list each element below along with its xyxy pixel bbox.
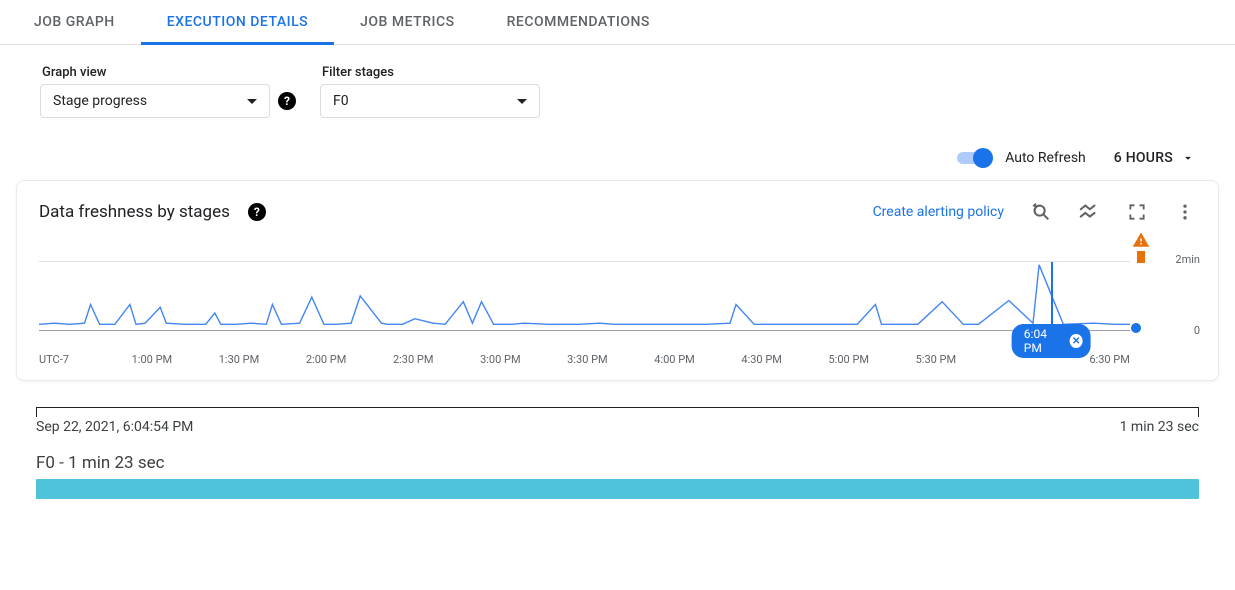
filter-stages-select[interactable]: F0 [320, 84, 540, 118]
chart-title: Data freshness by stages [39, 202, 230, 222]
x-timezone: UTC-7 [39, 353, 85, 366]
create-alert-link[interactable]: Create alerting policy [873, 204, 1004, 220]
auto-refresh-label: Auto Refresh [1005, 150, 1086, 166]
toolbar-row: Auto Refresh 6 HOURS [0, 118, 1235, 174]
tab-execution-details[interactable]: EXECUTION DETAILS [141, 0, 334, 45]
more-icon[interactable] [1174, 201, 1196, 223]
selected-duration: 1 min 23 sec [1120, 419, 1199, 435]
selected-timestamp: Sep 22, 2021, 6:04:54 PM [36, 419, 193, 435]
controls-row: Graph view Stage progress ? Filter stage… [0, 45, 1235, 118]
legend-icon[interactable] [1078, 201, 1100, 223]
close-icon[interactable]: ✕ [1070, 334, 1083, 348]
time-range-value: 6 HOURS [1114, 150, 1173, 166]
tab-bar: JOB GRAPH EXECUTION DETAILS JOB METRICS … [0, 0, 1235, 45]
filter-stages-value: F0 [333, 93, 349, 109]
graph-view-label: Graph view [42, 65, 296, 80]
chart-area[interactable]: 2min 0 6:04 PM✕ [29, 231, 1206, 351]
tab-recommendations[interactable]: RECOMMENDATIONS [481, 0, 676, 44]
graph-view-control: Graph view Stage progress ? [40, 65, 296, 118]
graph-view-select[interactable]: Stage progress [40, 84, 270, 118]
time-range-select[interactable]: 6 HOURS [1114, 150, 1195, 166]
chevron-down-icon [247, 99, 257, 104]
filter-stages-control: Filter stages F0 [320, 65, 540, 118]
fullscreen-icon[interactable] [1126, 201, 1148, 223]
help-icon[interactable]: ? [278, 92, 296, 110]
stage-detail: Sep 22, 2021, 6:04:54 PM 1 min 23 sec F0… [36, 407, 1199, 499]
tab-job-graph[interactable]: JOB GRAPH [8, 0, 141, 44]
y-axis-min: 0 [1194, 324, 1200, 337]
auto-refresh-toggle[interactable]: Auto Refresh [957, 148, 1086, 168]
y-axis-max: 2min [1175, 253, 1200, 266]
warning-marker [1137, 251, 1145, 263]
tab-job-metrics[interactable]: JOB METRICS [334, 0, 480, 44]
graph-view-value: Stage progress [53, 93, 147, 109]
freshness-card: Data freshness by stages ? Create alerti… [16, 180, 1219, 381]
stage-label: F0 - 1 min 23 sec [36, 453, 1199, 473]
chevron-down-icon [517, 99, 527, 104]
warning-icon[interactable] [1132, 231, 1150, 253]
help-icon[interactable]: ? [248, 203, 266, 221]
reset-zoom-icon[interactable] [1030, 201, 1052, 223]
filter-stages-label: Filter stages [322, 65, 540, 80]
chevron-down-icon [1181, 151, 1195, 165]
time-chip[interactable]: 6:04 PM✕ [1012, 324, 1091, 358]
stage-progress-bar [36, 479, 1199, 499]
